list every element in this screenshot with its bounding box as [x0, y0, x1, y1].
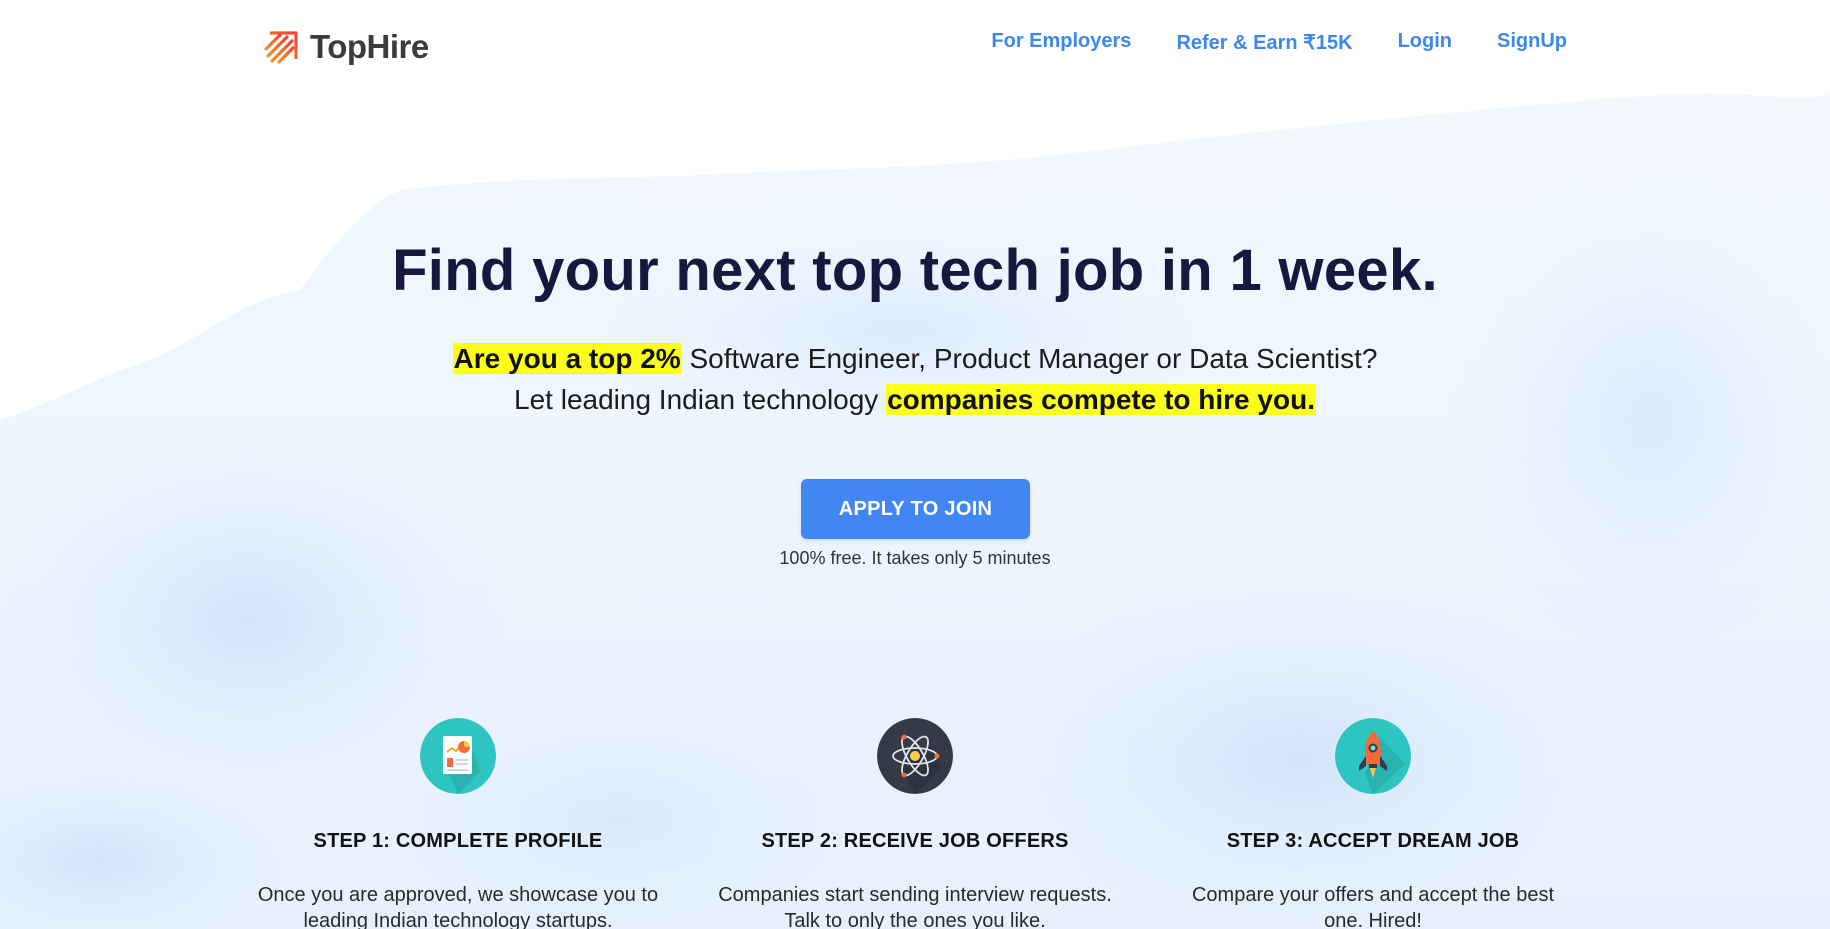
step-2-desc-line-1: Companies start sending interview reques…: [718, 884, 1112, 906]
site-header: TopHire For Employers Refer & Earn ₹15K …: [0, 0, 1830, 92]
step-3-desc-line-2: one. Hired!: [1324, 910, 1422, 929]
rocket-icon: [1335, 718, 1411, 794]
hero-title: Find your next top tech job in 1 week.: [392, 238, 1438, 303]
step-2: STEP 2: RECEIVE JOB OFFERS Companies sta…: [705, 718, 1125, 929]
apply-to-join-button[interactable]: APPLY TO JOIN: [801, 479, 1030, 539]
companies-intro-text: Let leading Indian technology: [514, 384, 887, 415]
step-2-desc-line-2: Talk to only the ones you like.: [784, 910, 1046, 929]
brand-name: TopHire: [310, 28, 429, 65]
step-3-title: STEP 3: ACCEPT DREAM JOB: [1226, 830, 1520, 852]
highlight-compete: companies compete to hire you.: [886, 384, 1316, 415]
step-1-desc-line-1: Once you are approved, we showcase you t…: [257, 884, 659, 906]
step-1-description: Once you are approved, we showcase you t…: [248, 882, 668, 929]
step-3-desc-line-1: Compare your offers and accept the best: [1191, 884, 1555, 906]
top-nav: For Employers Refer & Earn ₹15K Login Si…: [991, 30, 1567, 55]
hero-subtitle: Are you a top 2% Software Engineer, Prod…: [0, 338, 1830, 420]
report-chart-icon: [420, 718, 496, 794]
step-3-description: Compare your offers and accept the best …: [1163, 882, 1583, 929]
step-2-description: Companies start sending interview reques…: [705, 882, 1125, 929]
nav-for-employers[interactable]: For Employers: [991, 30, 1131, 55]
step-1: STEP 1: COMPLETE PROFILE Once you are ap…: [248, 718, 668, 929]
nav-signup[interactable]: SignUp: [1497, 30, 1567, 55]
cta-note: 100% free. It takes only 5 minutes: [779, 548, 1051, 568]
hero-subtitle-line-2: Let leading Indian technology companies …: [0, 379, 1830, 420]
atom-icon: [877, 718, 953, 794]
roles-text: Software Engineer, Product Manager or Da…: [681, 343, 1378, 374]
step-1-desc-line-2: leading Indian technology startups.: [303, 910, 613, 929]
nav-refer-earn[interactable]: Refer & Earn ₹15K: [1176, 30, 1352, 55]
highlight-top-2: Are you a top 2%: [452, 343, 682, 374]
brand-logo[interactable]: TopHire: [262, 26, 429, 68]
step-2-title: STEP 2: RECEIVE JOB OFFERS: [761, 830, 1069, 852]
hero-subtitle-line-1: Are you a top 2% Software Engineer, Prod…: [0, 338, 1830, 379]
step-1-title: STEP 1: COMPLETE PROFILE: [313, 830, 603, 852]
nav-login[interactable]: Login: [1398, 30, 1452, 55]
tophire-logo-icon: [264, 31, 298, 64]
step-3: STEP 3: ACCEPT DREAM JOB Compare your of…: [1163, 718, 1583, 929]
